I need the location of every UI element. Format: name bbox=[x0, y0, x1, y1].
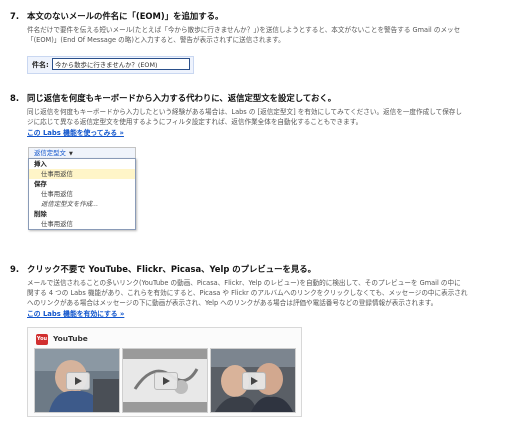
section-title: 7. 本文のないメールの件名に「(EOM)」を追加する。 bbox=[10, 11, 224, 21]
chevron-down-icon: ▼ bbox=[68, 151, 73, 157]
youtube-preview: You YouTube bbox=[27, 327, 302, 417]
video-thumbnail[interactable] bbox=[34, 348, 120, 413]
section-description-line-2: 関する 4 つの Labs 機能があり、これらを有効にすると、Picasa や … bbox=[27, 289, 468, 297]
youtube-preview-title: YouTube bbox=[53, 334, 88, 343]
menu-item-new-canned-response[interactable]: 返信定型文を作成... bbox=[29, 199, 135, 209]
canned-responses-button[interactable]: 返信定型文 ▼ bbox=[28, 147, 136, 158]
section-title: 8. 同じ返信を何度もキーボードから入力する代わりに、返信定型文を設定しておく。 bbox=[10, 93, 337, 103]
youtube-logo-icon: You bbox=[36, 334, 48, 345]
section-title: 9. クリック不要で YouTube、Flickr、Picasa、Yelp のプレ… bbox=[10, 264, 316, 274]
video-thumbnail[interactable] bbox=[210, 348, 296, 413]
section-eom: 7. 本文のないメールの件名に「(EOM)」を追加する。 件名だけで要件を伝える短… bbox=[10, 10, 512, 45]
menu-header-insert: 挿入 bbox=[34, 160, 47, 168]
play-icon[interactable] bbox=[154, 372, 178, 390]
section-description-line-2: 「(EOM)」(End Of Message の略)と入力すると、警告が表示され… bbox=[27, 36, 285, 44]
section-description-line-2: ジに応じて異なる返信定型文を使用するようにフィルタ設定すれば、返信作業全体を自動… bbox=[27, 118, 363, 126]
menu-item-insert-work-reply[interactable]: 仕事用返信 bbox=[29, 169, 135, 179]
section-previews: 9. クリック不要で YouTube、Flickr、Picasa、Yelp のプレ… bbox=[10, 263, 512, 318]
menu-header-save: 保存 bbox=[34, 180, 47, 188]
subject-input[interactable]: 今から散歩に行きませんか？(EOM) bbox=[52, 58, 190, 70]
play-icon[interactable] bbox=[66, 372, 90, 390]
canned-responses-list: 挿入 仕事用返信 保存 仕事用返信 返信定型文を作成... 削除 仕事用返信 bbox=[28, 158, 136, 230]
section-description-line-1: 件名だけで要件を伝える短いメール(たとえば「今から散歩に行きませんか？」)を送信… bbox=[27, 26, 461, 34]
menu-item-save-work-reply[interactable]: 仕事用返信 bbox=[29, 189, 135, 199]
play-icon[interactable] bbox=[242, 372, 266, 390]
section-canned-responses: 8. 同じ返信を何度もキーボードから入力する代わりに、返信定型文を設定しておく。 … bbox=[10, 92, 512, 137]
subject-field-example: 件名: 今から散歩に行きませんか？(EOM) bbox=[27, 56, 194, 74]
section-description-line-1: 同じ返信を何度もキーボードから入力したという経験がある場合は、Labs の [返… bbox=[27, 108, 462, 116]
enable-labs-link[interactable]: この Labs 機能を有効にする » bbox=[27, 308, 512, 318]
menu-item-delete-work-reply[interactable]: 仕事用返信 bbox=[29, 219, 135, 229]
section-description-line-3: へのリンクがある場合はメッセージの下に動画が表示され、Yelp へのリンクがある… bbox=[27, 299, 438, 307]
try-labs-link[interactable]: この Labs 機能を使ってみる » bbox=[27, 127, 512, 137]
subject-label: 件名: bbox=[32, 61, 49, 69]
video-thumbnail[interactable] bbox=[122, 348, 208, 413]
section-description-line-1: メールで送信されることの多いリンク(YouTube の動画、Picasa、Fli… bbox=[27, 279, 461, 287]
menu-header-delete: 削除 bbox=[34, 210, 47, 218]
canned-responses-menu: 返信定型文 ▼ 挿入 仕事用返信 保存 仕事用返信 返信定型文を作成... 削除 … bbox=[28, 147, 136, 230]
